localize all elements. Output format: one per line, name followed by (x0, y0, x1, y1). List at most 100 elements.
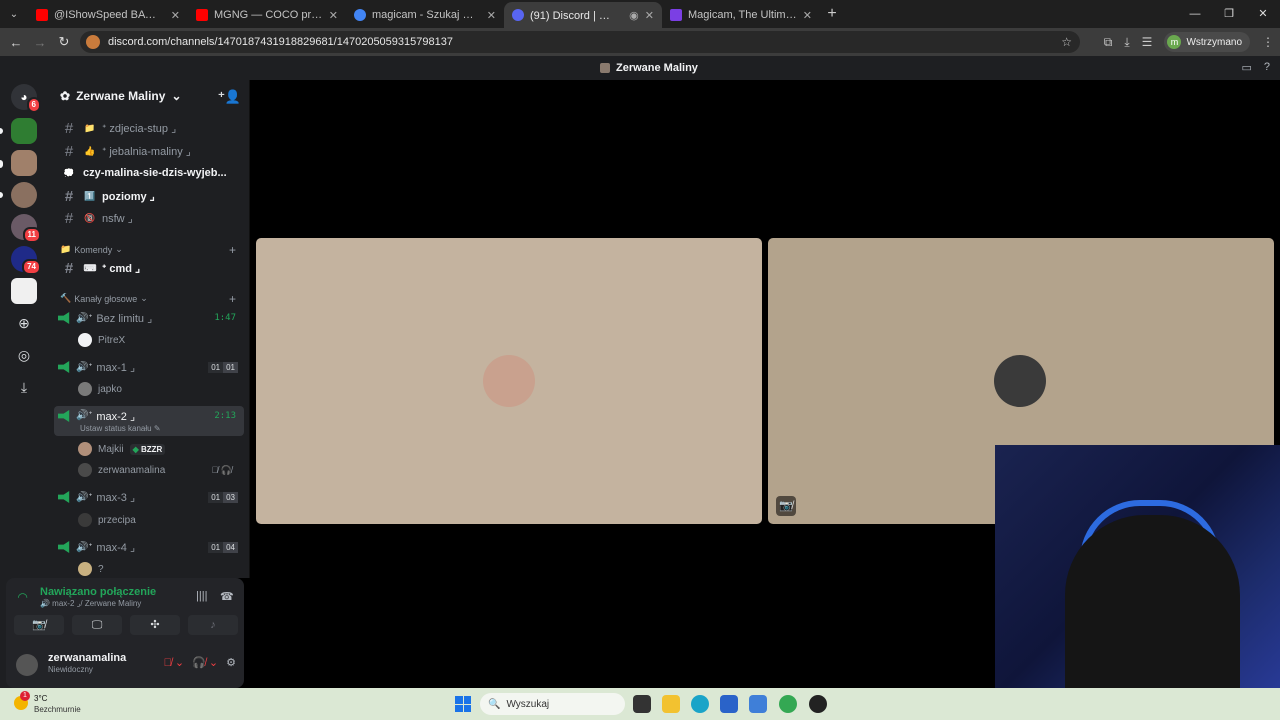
soundboard-button[interactable]: ♪ (188, 615, 238, 635)
help-icon[interactable]: ? (1264, 61, 1270, 74)
hash-icon: # (64, 259, 74, 277)
voice-user[interactable]: Majkii ◆ BZZR (78, 440, 238, 458)
clan-tag: ◆ BZZR (129, 443, 166, 455)
magicam-icon (670, 9, 682, 21)
guild-header[interactable]: ✿ Zerwane Maliny ⌄ ⁺👤 (48, 80, 249, 112)
taskbar-search[interactable]: 🔍 Wyszukaj (480, 693, 625, 715)
tag-text: BZZR (140, 444, 163, 454)
add-channel-icon[interactable]: + (229, 292, 236, 306)
invite-user-icon[interactable]: ⁺👤 (218, 89, 241, 105)
edge-icon[interactable] (691, 695, 709, 713)
user-avatar[interactable] (16, 654, 38, 676)
user-name: przecipa (98, 514, 136, 526)
mic-muted-icon[interactable]: 🎙̸ ⌄ (164, 656, 185, 669)
app-icon[interactable] (809, 695, 827, 713)
voice-user[interactable]: japko (78, 380, 238, 398)
browser-tab-5[interactable]: Magicam, The Ultimate Real-Tim ✕ (662, 2, 820, 28)
text-channel[interactable]: # 1️⃣ poziomy ⌟ (56, 186, 244, 206)
browser-tab-discord[interactable]: (91) Discord | 🔊 max-2 ◉ ✕ (504, 2, 662, 28)
text-channel[interactable]: # 📁 ᐩ zdjecia-stup ⌟ (56, 118, 244, 138)
voice-user[interactable]: przecipa (78, 511, 238, 529)
toolbar-right: ⧉ ⤓ ☰ m Wstrzymano ⋮ (1104, 31, 1274, 53)
browser-menu-icon[interactable]: ⋮ (1262, 35, 1274, 49)
browser-tab-3[interactable]: magicam - Szukaj w Google ✕ (346, 2, 504, 28)
server-icon[interactable]: 11 (11, 214, 41, 243)
voice-channel-selected[interactable]: 🔊ᐩ max-2 ⌟ 2:13 Ustaw status kanału ✎ (54, 406, 244, 436)
connection-status[interactable]: Nawiązano połączenie (40, 586, 156, 598)
discord-home-icon[interactable]: ◕ 6 (11, 84, 41, 113)
signal-icon[interactable]: ◜◝ (18, 590, 27, 604)
record-icon: ◉ (629, 9, 639, 22)
back-icon[interactable]: ← (4, 35, 28, 50)
headphones-deafened-icon[interactable]: 🎧̸ ⌄ (192, 656, 218, 669)
text-channel[interactable]: # 👍 ᐩ jebalnia-maliny ⌟ (56, 141, 244, 161)
close-icon[interactable]: ✕ (645, 9, 654, 22)
browser-toolbar: ← → ↻ discord.com/channels/1470187431918… (0, 28, 1280, 56)
minimize-icon[interactable]: — (1178, 0, 1212, 28)
discover-icon[interactable]: ◎ (11, 342, 37, 368)
chrome-icon[interactable] (779, 695, 797, 713)
new-tab-button[interactable]: + (820, 5, 844, 23)
server-icon[interactable]: 74 (11, 246, 41, 275)
share-screen-button[interactable]: 🖵 (72, 615, 122, 635)
close-icon[interactable]: ✕ (171, 9, 180, 22)
voice-channel[interactable]: 🔊ᐩ max-3 ⌟ 01 03 (54, 487, 244, 507)
category-voice[interactable]: 🔨 Kanały głosowe ⌄ + (60, 292, 240, 306)
download-icon[interactable]: ⤓ (1124, 35, 1129, 50)
store-icon[interactable] (720, 695, 738, 713)
participant-tile[interactable] (256, 238, 762, 524)
activities-button[interactable]: ✣ (130, 615, 180, 635)
media-controls-icon[interactable]: ☰ (1142, 35, 1153, 49)
category-commands[interactable]: 📁 Komendy ⌄ + (60, 243, 240, 257)
reload-icon[interactable]: ↻ (52, 34, 76, 50)
voice-channel[interactable]: 🔊ᐩ Bez limitu ⌟ 1:47 (54, 308, 244, 328)
server-icon[interactable] (11, 118, 37, 144)
channel-status[interactable]: Ustaw status kanału ✎ (80, 424, 161, 433)
close-icon[interactable]: ✕ (487, 9, 496, 22)
add-channel-icon[interactable]: + (229, 243, 236, 257)
user-limit: 01 (223, 361, 238, 373)
gear-icon[interactable]: ⚙ (226, 656, 236, 669)
download-apps-icon[interactable]: ⤓ (11, 374, 37, 400)
outlook-icon[interactable] (749, 695, 767, 713)
voice-user[interactable]: zerwanamalina 🎙̸ 🎧̸ (78, 461, 238, 479)
voice-channel[interactable]: 🔊ᐩ max-4 ⌟ 01 04 (54, 537, 244, 557)
avatar (78, 333, 92, 347)
camera-off-button[interactable]: 📷̸ (14, 615, 64, 635)
voice-channel[interactable]: 🔊ᐩ max-1 ⌟ 01 01 (54, 357, 244, 377)
participant-avatar (994, 355, 1046, 407)
voice-user[interactable]: ? (78, 560, 238, 578)
extensions-icon[interactable]: ⧉ (1104, 35, 1113, 50)
voice-activity-icon (58, 541, 70, 553)
inbox-icon[interactable]: ▭ (1241, 61, 1251, 74)
server-zerwane-maliny[interactable] (11, 150, 37, 176)
add-server-icon[interactable]: ⊕ (11, 310, 37, 336)
connection-channel[interactable]: 🔊 max-2 ⌟/ Zerwane Maliny (40, 599, 141, 608)
forward-icon[interactable]: → (28, 35, 52, 50)
bookmark-star-icon[interactable]: ☆ (1061, 35, 1072, 49)
chevron-down-icon: ⌄ (140, 293, 148, 303)
windows-start-icon[interactable] (455, 696, 471, 712)
tab-search-chevron-icon[interactable]: ⌄ (0, 0, 28, 28)
text-channel-cmd[interactable]: # ⌨ ᐩ cmd ⌟ (56, 258, 244, 278)
category-label: Kanały głosowe (74, 293, 138, 304)
maximize-icon[interactable]: ❐ (1212, 0, 1246, 28)
close-icon[interactable]: ✕ (329, 9, 338, 22)
server-icon[interactable] (11, 182, 37, 208)
text-channel[interactable]: # 🔞 nsfw ⌟ (56, 208, 244, 228)
server-icon (600, 63, 610, 73)
profile-button[interactable]: m Wstrzymano (1164, 32, 1250, 52)
task-view-icon[interactable] (633, 695, 651, 713)
voice-user[interactable]: PitreX (78, 331, 238, 349)
address-bar[interactable]: discord.com/channels/1470187431918829681… (80, 31, 1080, 53)
disconnect-icon[interactable]: ☎ (220, 590, 234, 603)
close-icon[interactable]: ✕ (803, 9, 812, 22)
browser-tab-2[interactable]: MGNG — COCO prod. MRGH ✕ (188, 2, 346, 28)
noise-suppression-icon[interactable]: |||| (196, 590, 207, 602)
server-icon[interactable] (11, 278, 37, 304)
close-window-icon[interactable]: ✕ (1246, 0, 1280, 28)
browser-tab-1[interactable]: @IShowSpeed BAWI SIĘ W WA ✕ (28, 2, 188, 28)
file-explorer-icon[interactable] (662, 695, 680, 713)
text-channel[interactable]: 💭 czy-malina-sie-dzis-wyjeb... (56, 163, 244, 183)
site-info-icon[interactable] (86, 35, 100, 49)
